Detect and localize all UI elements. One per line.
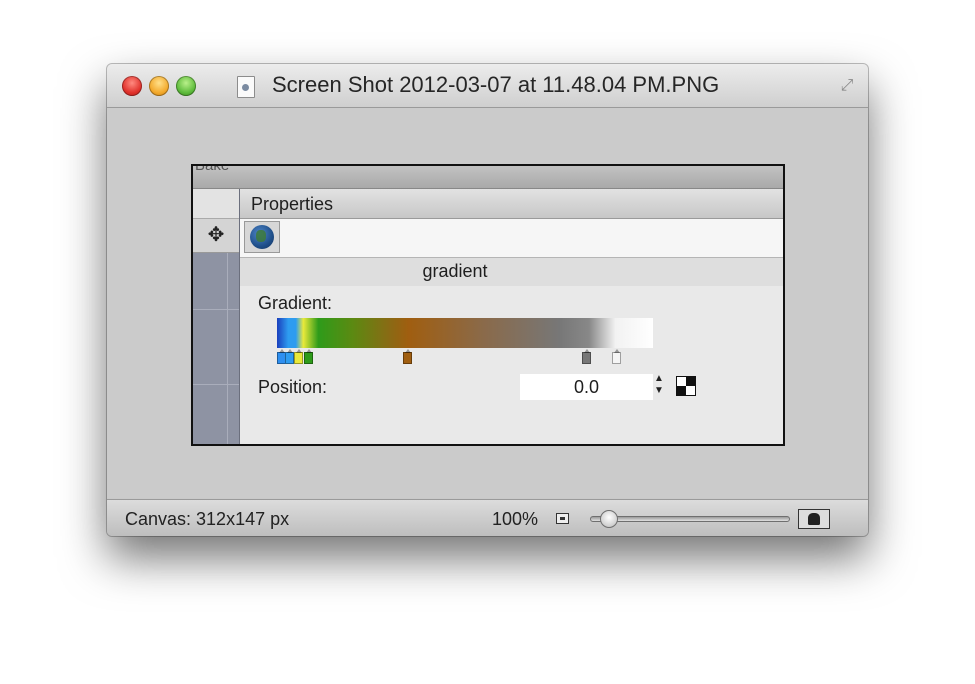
gradient-stop[interactable] [285,349,294,364]
zoom-icon[interactable] [176,76,196,96]
top-strip-text: Bake [195,164,230,174]
gradient-stop[interactable] [294,349,303,364]
zoom-slider-knob[interactable] [600,510,618,528]
minimize-icon[interactable] [149,76,169,96]
image-window: Screen Shot 2012-03-07 at 11.48.04 PM.PN… [107,64,868,536]
position-label: Position: [258,377,328,397]
checker-color-icon[interactable] [676,376,696,396]
image-viewport: Bake ✥ Properties gradient Gradient: Pos… [107,108,868,498]
row-divider [193,309,239,310]
gradient-stop[interactable] [582,349,591,364]
gradient-stop[interactable] [304,349,313,364]
gradient-stop[interactable] [612,349,621,364]
fullscreen-icon[interactable]: ⤢ [836,76,858,96]
section-title: gradient [422,261,488,281]
title-bar[interactable]: Screen Shot 2012-03-07 at 11.48.04 PM.PN… [107,64,868,108]
gradient-preview[interactable] [277,318,653,348]
zoom-slider[interactable] [590,516,790,522]
screenshot-canvas: Bake ✥ Properties gradient Gradient: Pos… [191,164,785,446]
object-tab-row [240,219,783,258]
object-button[interactable] [244,221,280,253]
position-input[interactable]: 0.0 [520,374,653,400]
row-divider [193,384,239,385]
canvas-size-label: Canvas: 312x147 px [125,509,290,529]
close-icon[interactable] [122,76,142,96]
zoom-percentage: 100% [492,509,539,529]
zoom-in-icon[interactable] [798,509,830,529]
properties-title: Properties [251,194,334,214]
tool-column-header [193,189,239,219]
status-bar: Canvas: 312x147 px 100% [107,499,868,536]
gradient-stops [277,349,653,366]
window-title: Screen Shot 2012-03-07 at 11.48.04 PM.PN… [272,72,720,97]
move-arrows-icon[interactable]: ✥ [193,219,239,253]
globe-icon [250,225,274,249]
properties-header: Properties [240,189,783,219]
document-icon[interactable] [237,76,255,98]
gradient-label: Gradient: [258,293,333,313]
gradient-stop[interactable] [403,349,412,364]
tool-column: ✥ [193,189,240,444]
section-header: gradient [240,258,783,286]
zoom-out-icon[interactable] [556,513,569,524]
position-stepper[interactable]: ▲ ▼ [654,373,664,401]
column-divider [227,253,228,444]
top-strip: Bake [193,166,783,189]
